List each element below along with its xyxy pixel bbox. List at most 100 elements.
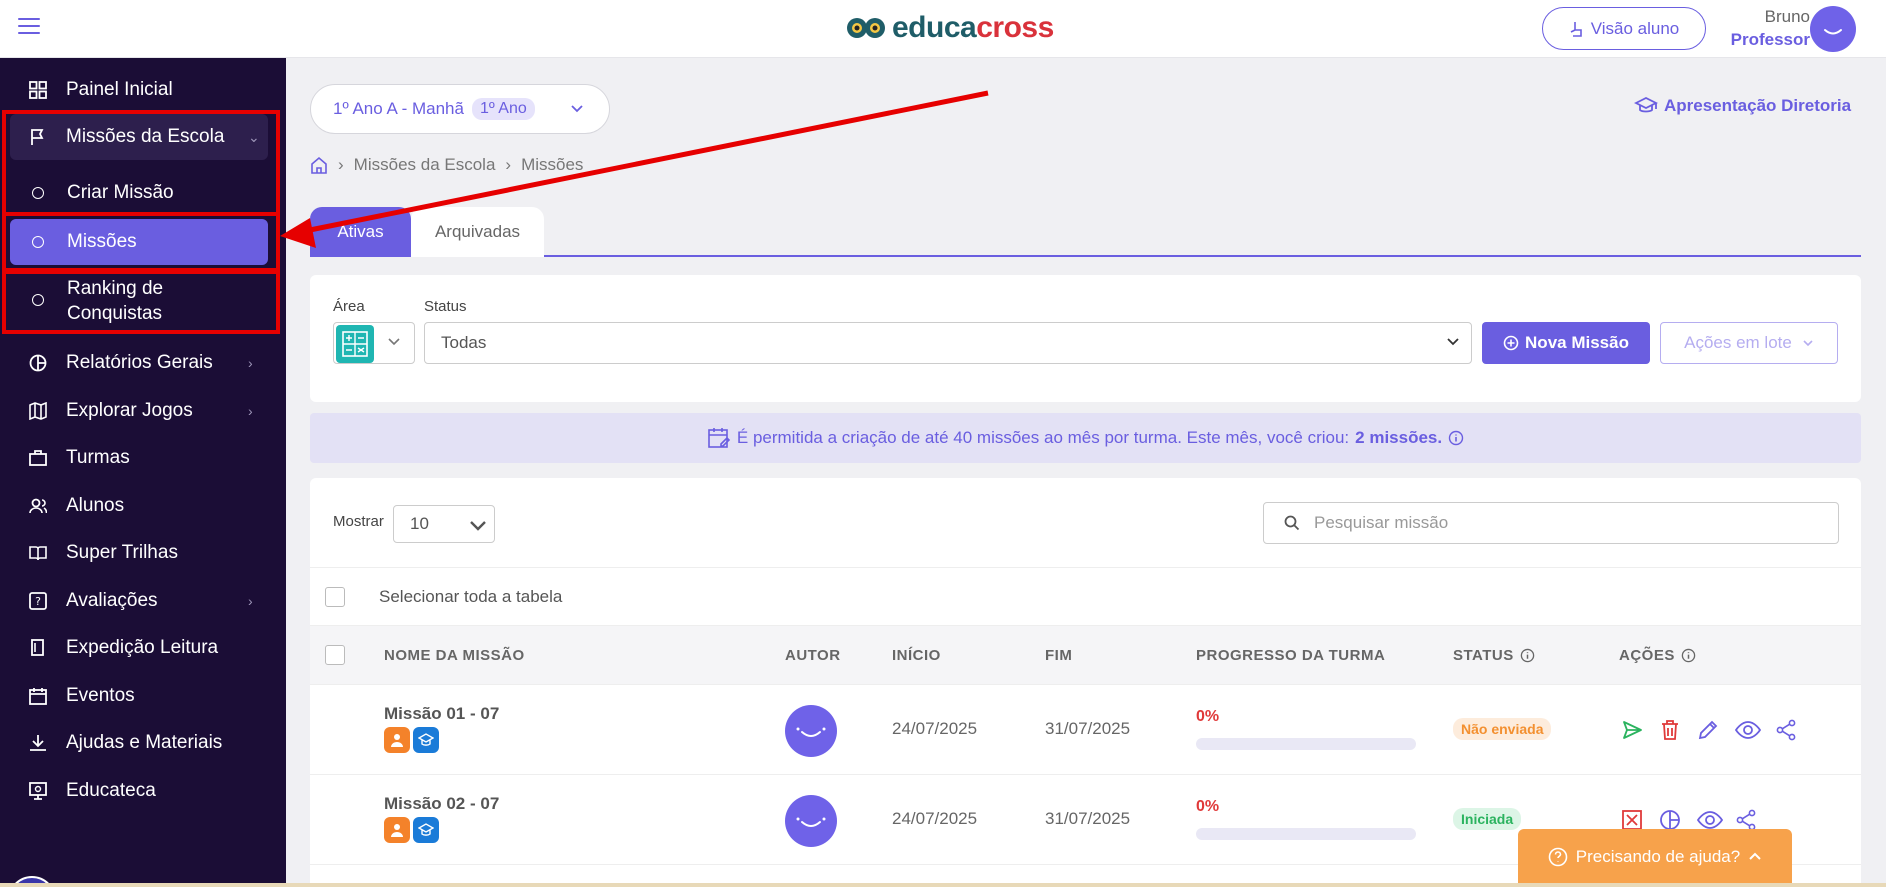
sidebar-item-label: Criar Missão [67, 182, 174, 203]
eye-icon[interactable] [1733, 717, 1763, 743]
student-icon [384, 727, 410, 753]
sidebar-item-painel-inicial[interactable]: Painel Inicial [0, 67, 286, 113]
calendar-edit-icon [708, 428, 731, 448]
class-selector[interactable]: 1º Ano A - Manhã 1º Ano [310, 84, 610, 134]
sidebar-item-criar-missao[interactable]: Criar Missão [0, 170, 286, 216]
sidebar: Painel Inicial Missões da Escola ⌄ Criar… [0, 58, 286, 887]
nova-missao-button[interactable]: Nova Missão [1482, 322, 1650, 364]
select-all-checkbox[interactable] [325, 587, 345, 607]
quiz-icon: ? [28, 591, 48, 611]
table-header: NOME DA MISSÃO AUTOR INÍCIO FIM PROGRESS… [310, 625, 1861, 685]
apresentacao-diretoria-link[interactable]: Apresentação Diretoria [1634, 96, 1851, 116]
sidebar-item-label: Relatórios Gerais [66, 352, 213, 373]
logo-text-cross: cross [976, 11, 1054, 44]
sidebar-item-super-trilhas[interactable]: Super Trilhas [0, 530, 286, 576]
info-banner-text: É permitida a criação de até 40 missões … [736, 428, 1350, 447]
chevron-down-icon [470, 521, 486, 531]
sidebar-item-explorar-jogos[interactable]: Explorar Jogos › [0, 388, 286, 434]
user-name: Bruno [1764, 7, 1810, 26]
logo-text-educa: educa [892, 11, 977, 44]
sidebar-item-expedicao-leitura[interactable]: Expedição Leitura [0, 625, 286, 671]
top-bar: educacross Visão aluno Bruno Professor [0, 0, 1886, 58]
sidebar-item-label: Painel Inicial [66, 79, 173, 100]
sidebar-item-turmas[interactable]: Turmas [0, 435, 286, 481]
status-select[interactable]: Todas [424, 322, 1472, 364]
info-icon[interactable] [1520, 648, 1535, 663]
apresentacao-label: Apresentação Diretoria [1664, 96, 1852, 115]
acoes-em-lote-button[interactable]: Ações em lote [1660, 322, 1838, 364]
avatar[interactable] [1810, 6, 1856, 52]
column-header-acoes: AÇÕES [1619, 647, 1696, 664]
chevron-down-icon [1447, 338, 1459, 346]
tabs: Ativas Arquivadas [310, 207, 1861, 257]
sidebar-item-label: Expedição Leitura [66, 637, 219, 658]
page-size-select[interactable]: 10 [393, 505, 495, 543]
sidebar-item-label: Avaliações [66, 590, 158, 611]
column-header-inicio: INÍCIO [892, 647, 941, 664]
smile-avatar-icon [1824, 29, 1842, 35]
status-badge: Não enviada [1453, 718, 1552, 740]
status-select-value: Todas [441, 333, 487, 352]
header-checkbox[interactable] [325, 645, 345, 665]
page-size-value: 10 [410, 514, 429, 533]
select-all-label: Selecionar toda a tabela [379, 587, 563, 606]
author-avatar [785, 705, 837, 757]
graduation-cap-icon [413, 727, 439, 753]
sidebar-item-missoes-da-escola[interactable]: Missões da Escola ⌄ [10, 114, 268, 160]
books-icon [28, 638, 48, 658]
breadcrumb-item-missoes: Missões [521, 155, 584, 174]
sidebar-item-label: Educateca [66, 780, 156, 801]
info-icon[interactable] [1448, 430, 1464, 446]
bottom-border [0, 883, 1886, 887]
tab-ativas[interactable]: Ativas [310, 207, 411, 257]
trash-icon[interactable] [1657, 717, 1683, 743]
help-button[interactable]: Precisando de ajuda? [1518, 829, 1792, 885]
math-area-icon [336, 325, 374, 363]
educacross-logo[interactable]: educacross [846, 10, 1054, 46]
sidebar-item-label: Missões [67, 231, 137, 252]
graduation-cap-icon [1634, 96, 1658, 113]
chevron-right-icon: › [248, 355, 253, 371]
book-open-icon [28, 543, 48, 563]
sidebar-item-label: Alunos [66, 495, 125, 516]
sidebar-item-ranking-de-conquistas[interactable]: Ranking de Conquistas [0, 272, 286, 328]
search-icon [1284, 515, 1300, 531]
edit-pencil-icon[interactable] [1695, 717, 1721, 743]
column-header-fim: FIM [1045, 647, 1073, 664]
send-icon[interactable] [1619, 717, 1645, 743]
table-row: Missão 01 - 07 24/07/2025 31/07/2025 0% … [310, 685, 1861, 775]
mission-name[interactable]: Missão 02 - 07 [384, 794, 499, 814]
mission-name[interactable]: Missão 01 - 07 [384, 704, 499, 724]
filter-card: Área Status Todas Nova Missão Ações em l… [310, 275, 1861, 402]
column-header-progresso: PROGRESSO DA TURMA [1196, 647, 1386, 664]
sidebar-item-label: Conquistas [67, 303, 163, 324]
column-header-autor: AUTOR [785, 647, 841, 664]
download-icon [28, 733, 48, 753]
tab-arquivadas[interactable]: Arquivadas [411, 207, 544, 257]
sidebar-item-eventos[interactable]: Eventos [0, 673, 286, 719]
mission-end-date: 31/07/2025 [1045, 809, 1131, 828]
visao-aluno-label: Visão aluno [1590, 18, 1680, 38]
mission-end-date: 31/07/2025 [1045, 719, 1131, 738]
progress-percent: 0% [1196, 708, 1220, 725]
home-icon[interactable] [310, 156, 328, 174]
share-icon[interactable] [1773, 717, 1799, 743]
breadcrumb-separator: › [505, 155, 512, 174]
sidebar-item-educateca[interactable]: Educateca [0, 768, 286, 814]
sidebar-item-avaliacoes[interactable]: ? Avaliações › [0, 578, 286, 624]
mission-start-date: 24/07/2025 [892, 719, 978, 738]
area-select[interactable] [333, 322, 415, 364]
chevron-right-icon: › [248, 593, 253, 609]
sidebar-item-missoes[interactable]: Missões [10, 219, 268, 265]
breadcrumb-separator: › [338, 155, 344, 174]
sidebar-item-ajudas-e-materiais[interactable]: Ajudas e Materiais [0, 720, 286, 766]
sidebar-item-alunos[interactable]: Alunos [0, 483, 286, 529]
sidebar-item-relatorios-gerais[interactable]: Relatórios Gerais › [0, 340, 286, 386]
info-icon[interactable] [1681, 648, 1696, 663]
column-header-nome: NOME DA MISSÃO [384, 647, 525, 664]
breadcrumb-item-missoes-da-escola[interactable]: Missões da Escola [354, 155, 496, 175]
sidebar-item-label: Super Trilhas [66, 542, 178, 563]
visao-aluno-button[interactable]: Visão aluno [1542, 7, 1706, 50]
hamburger-menu-icon[interactable] [18, 18, 40, 36]
search-input[interactable] [1314, 509, 1814, 537]
